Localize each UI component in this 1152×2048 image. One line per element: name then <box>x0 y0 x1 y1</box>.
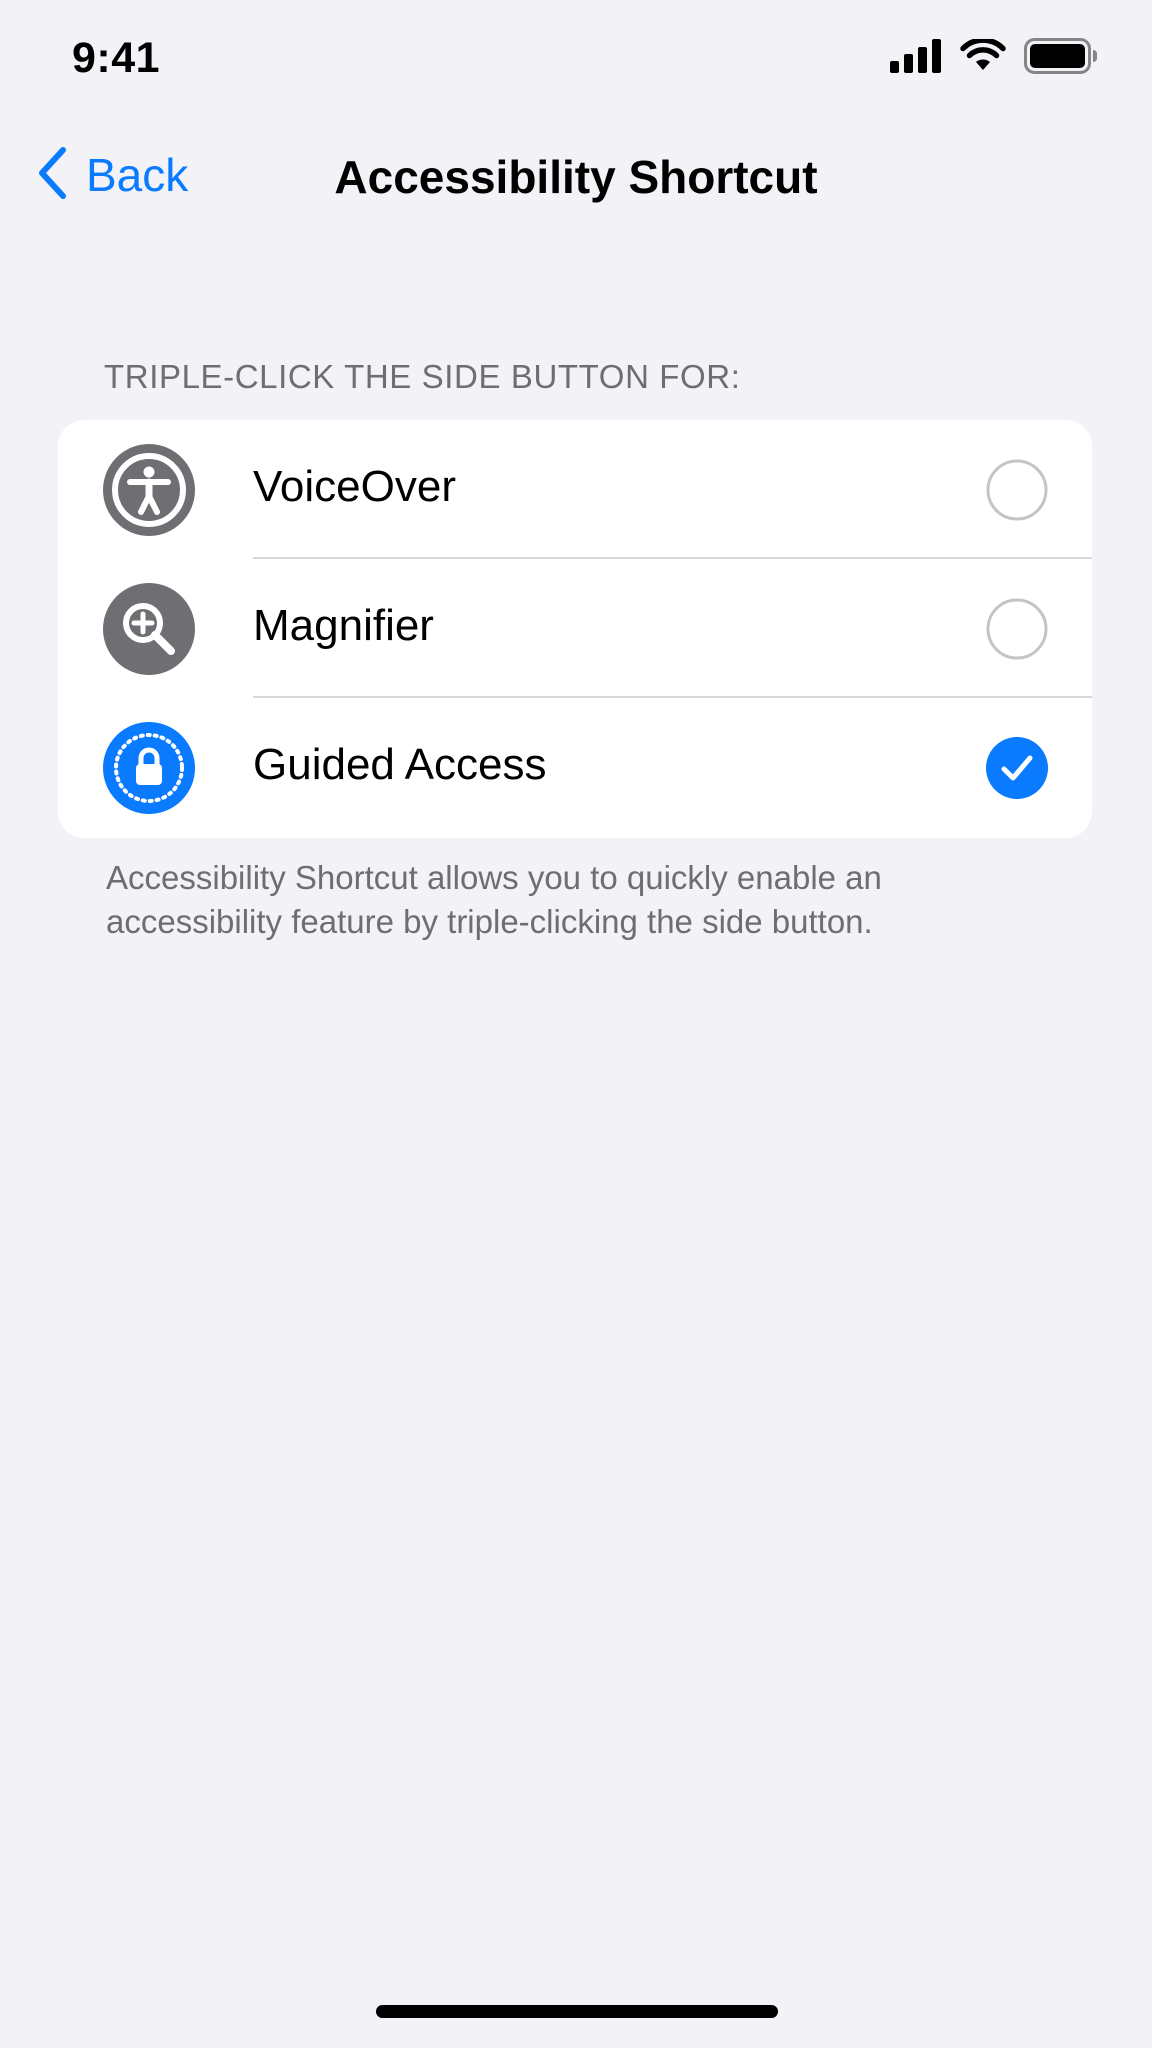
shortcut-options-list: VoiceOver Magnifier Guided Access <box>58 420 1092 838</box>
option-row-magnifier[interactable]: Magnifier <box>58 559 1092 698</box>
option-label: VoiceOver <box>253 462 456 511</box>
accessibility-shortcut-screen: 9:41 Back Accessibility Shortcut TRIPLE-… <box>0 0 1152 2048</box>
status-bar: 9:41 <box>0 0 1152 110</box>
battery-icon <box>1024 38 1098 74</box>
magnifier-icon <box>103 583 195 675</box>
wifi-icon <box>960 39 1006 73</box>
section-header: TRIPLE-CLICK THE SIDE BUTTON FOR: <box>104 358 741 395</box>
accessibility-person-icon <box>103 444 195 536</box>
home-indicator[interactable] <box>376 2005 778 2018</box>
radio-unselected-icon[interactable] <box>986 459 1048 521</box>
section-footer: Accessibility Shortcut allows you to qui… <box>106 859 882 940</box>
option-row-voiceover[interactable]: VoiceOver <box>58 420 1092 559</box>
page-title: Accessibility Shortcut <box>334 151 818 203</box>
radio-unselected-icon[interactable] <box>986 598 1048 660</box>
option-label: Magnifier <box>253 601 434 650</box>
checkmark-selected-icon[interactable] <box>986 737 1048 799</box>
option-label: Guided Access <box>253 740 547 789</box>
status-time: 9:41 <box>72 34 161 82</box>
navigation-bar: Back Accessibility Shortcut <box>0 128 1152 224</box>
option-row-guided-access[interactable]: Guided Access <box>58 698 1092 837</box>
guided-access-lock-icon <box>103 722 195 814</box>
cellular-signal-icon <box>890 39 942 73</box>
status-icons <box>890 36 1098 76</box>
